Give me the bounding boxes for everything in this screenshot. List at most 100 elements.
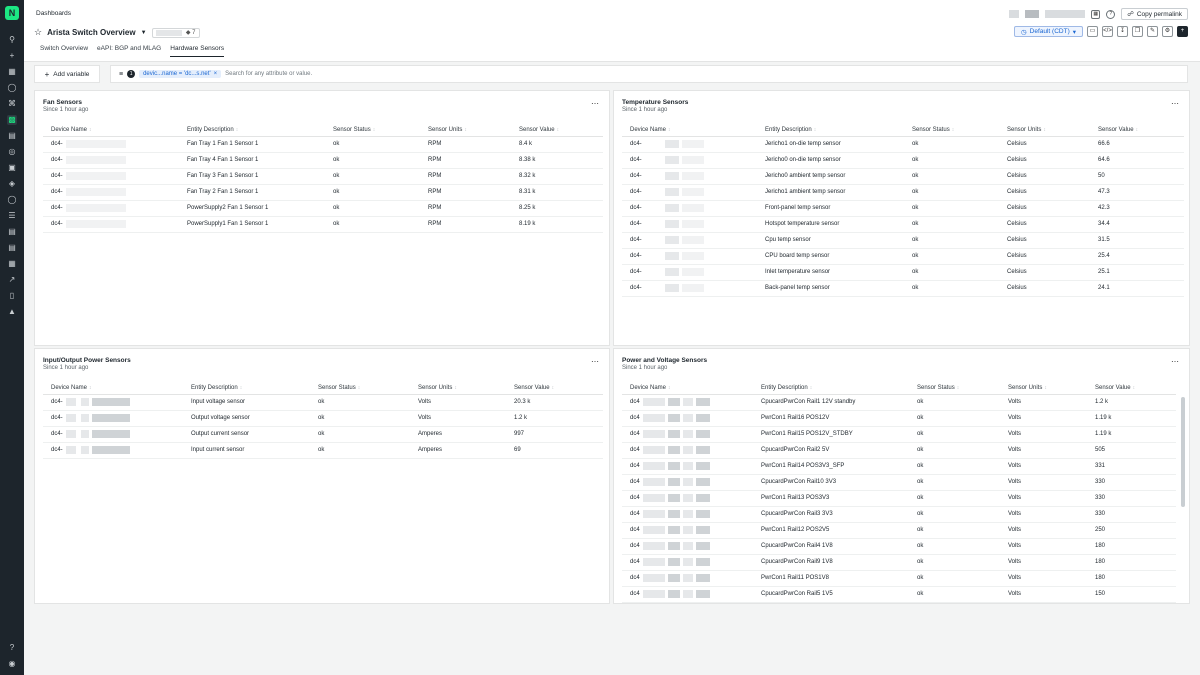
grid-icon[interactable]: ▦ (7, 67, 17, 77)
table-row[interactable]: dc4- Jericho0 on-die temp sensor ok Celsius… (622, 152, 1184, 169)
download-icon[interactable]: ↧ (1117, 26, 1128, 37)
table-row[interactable]: dc4- Output voltage sensor ok Volts 1.2 k (43, 410, 603, 427)
column-header-device[interactable]: Device Name ↕ (622, 383, 753, 395)
chevron-down-icon[interactable]: ▼ (141, 30, 147, 36)
table-row[interactable]: dc4- Jericho0 ambient temp sensor ok Celsiu… (622, 168, 1184, 185)
tab-switch-overview[interactable]: Switch Overview (40, 45, 88, 57)
table-row[interactable]: dc4- Output current sensor ok Amperes 997 (43, 426, 603, 443)
add-icon[interactable]: + (7, 51, 17, 61)
table-row[interactable]: dc4- PowerSupply1 Fan 1 Sensor 1 ok RPM 8.19… (43, 216, 603, 233)
close-icon[interactable]: × (214, 71, 218, 77)
time-picker[interactable]: ◷ Default (CDT) ▾ (1013, 26, 1083, 37)
column-header-entity[interactable]: Entity Description ↕ (183, 383, 310, 395)
table-row[interactable]: dc4 PwrCon1 Rail14 POS3V3_SFP ok Volts 331 (622, 458, 1176, 475)
filter-icon[interactable]: ≡ (119, 71, 123, 78)
column-header-device[interactable]: Device Name ↕ (622, 125, 757, 137)
settings-icon[interactable]: ⚙ (1162, 26, 1173, 37)
table-row[interactable]: dc4- CPU board temp sensor ok Celsius 25.4 (622, 248, 1184, 265)
table-row[interactable]: dc4 PwrCon1 Rail13 POS3V3 ok Volts 330 (622, 490, 1176, 507)
apps-icon[interactable]: ⌘ (7, 99, 17, 109)
table-row[interactable]: dc4 CpucardPwrCon Rail10 3V3 ok Volts 330 (622, 474, 1176, 491)
alerts-icon[interactable]: ◯ (7, 195, 17, 205)
table-row[interactable]: dc4- Fan Tray 4 Fan 1 Sensor 1 ok RPM 8.38 k (43, 152, 603, 169)
column-header-status[interactable]: Sensor Status ↕ (909, 383, 1000, 395)
column-header-value[interactable]: Sensor Value ↕ (506, 383, 603, 395)
add-widget-button[interactable]: + (1177, 26, 1188, 37)
table-row[interactable]: dc4 CpucardPwrCon Rail3 3V3 ok Volts 330 (622, 506, 1176, 523)
breadcrumb[interactable]: Dashboards (36, 10, 71, 17)
table-row[interactable]: dc4- Fan Tray 1 Fan 1 Sensor 1 ok RPM 8.4 k (43, 136, 603, 153)
column-header-device[interactable]: Device Name ↕ (43, 383, 183, 395)
column-header-value[interactable]: Sensor Value ↕ (511, 125, 603, 137)
table-row[interactable]: dc4 PwrCon1 Rail11 POS1V8 ok Volts 180 (622, 570, 1176, 587)
help-icon[interactable]: ? (7, 643, 17, 653)
filter-bar[interactable]: ≡ 1 devic...name = 'dc...s.net' × Search… (110, 65, 1188, 83)
more-options-icon[interactable]: ⋯ (1171, 99, 1179, 108)
table-row[interactable]: dc4 CpucardPwrCon Rail1 12V standby ok Volt… (622, 394, 1176, 411)
table-row[interactable]: dc4- Jericho1 on-die temp sensor ok Celsius… (622, 136, 1184, 153)
tags-box[interactable]: ◆ 7 (151, 27, 200, 38)
table-row[interactable]: dc4- Fan Tray 2 Fan 1 Sensor 1 ok RPM 8.31 k (43, 184, 603, 201)
tab-hardware-sensors[interactable]: Hardware Sensors (170, 45, 225, 57)
column-header-status[interactable]: Sensor Status ↕ (325, 125, 420, 137)
account-selector[interactable] (1045, 10, 1086, 18)
table-row[interactable]: dc4- Input voltage sensor ok Volts 20.3 k (43, 394, 603, 411)
column-header-status[interactable]: Sensor Status ↕ (904, 125, 999, 137)
list-icon[interactable]: ▤ (7, 243, 17, 253)
logs-icon[interactable]: ☰ (7, 211, 17, 221)
infra-icon[interactable]: ▣ (7, 163, 17, 173)
table-row[interactable]: dc4 PwrCon1 Rail16 POS12V ok Volts 1.19 k (622, 410, 1176, 427)
column-header-entity[interactable]: Entity Description ↕ (179, 125, 325, 137)
copy-permalink-button[interactable]: ☍ Copy permalink (1121, 8, 1188, 20)
table-row[interactable]: dc4- Jericho1 ambient temp sensor ok Celsiu… (622, 184, 1184, 201)
table-row[interactable]: dc4- Input current sensor ok Amperes 69 (43, 442, 603, 459)
book-icon[interactable]: ▦ (7, 259, 17, 269)
layers-icon[interactable]: ◈ (7, 179, 17, 189)
user-icon[interactable]: ◉ (7, 659, 17, 669)
column-header-units[interactable]: Sensor Units ↕ (420, 125, 511, 137)
table-row[interactable]: dc4- Inlet temperature sensor ok Celsius 25.… (622, 264, 1184, 281)
column-header-units[interactable]: Sensor Units ↕ (999, 125, 1090, 137)
table-row[interactable]: dc4- Fan Tray 3 Fan 1 Sensor 1 ok RPM 8.32 k (43, 168, 603, 185)
tv-mode-icon[interactable]: ▭ (1087, 26, 1098, 37)
tab-eapi-bgp-mlag[interactable]: eAPI: BGP and MLAG (97, 45, 161, 57)
column-header-entity[interactable]: Entity Description ↕ (753, 383, 909, 395)
search-icon[interactable]: ⚲ (7, 35, 17, 45)
column-header-value[interactable]: Sensor Value ↕ (1090, 125, 1184, 137)
globe-icon[interactable]: ◎ (7, 147, 17, 157)
table-row[interactable]: dc4 PwrCon1 Rail12 POS2V5 ok Volts 250 (622, 522, 1176, 539)
more-options-icon[interactable]: ⋯ (591, 99, 599, 108)
table-row[interactable]: dc4 CpucardPwrCon Rail5 1V5 ok Volts 150 (622, 586, 1176, 603)
calendar-icon[interactable]: ▦ (1091, 9, 1101, 19)
table-row[interactable]: dc4 CpucardPwrCon Rail9 1V8 ok Volts 180 (622, 554, 1176, 571)
table-row[interactable]: dc4- PowerSupply2 Fan 1 Sensor 1 ok RPM 8.25… (43, 200, 603, 217)
mobile-icon[interactable]: ▯ (7, 291, 17, 301)
table-row[interactable]: dc4- Back-panel temp sensor ok Celsius 24.1 (622, 280, 1184, 297)
table-row[interactable]: dc4- Hotspot temperature sensor ok Celsius 3… (622, 216, 1184, 233)
column-header-status[interactable]: Sensor Status ↕ (310, 383, 410, 395)
table-row[interactable]: dc4 CpucardPwrCon Rail4 1V8 ok Volts 180 (622, 538, 1176, 555)
table-row[interactable]: dc4 CpucardPwrCon Rail2 5V ok Volts 505 (622, 442, 1176, 459)
dashboards-icon[interactable]: ▩ (7, 115, 17, 125)
column-header-value[interactable]: Sensor Value ↕ (1087, 383, 1176, 395)
edit-icon[interactable]: ✎ (1147, 26, 1158, 37)
copy-icon[interactable]: ❐ (1132, 26, 1143, 37)
star-icon[interactable]: ☆ (34, 27, 42, 38)
table-row[interactable]: dc4- Cpu temp sensor ok Celsius 31.5 (622, 232, 1184, 249)
docs-icon[interactable]: ▤ (7, 131, 17, 141)
column-header-entity[interactable]: Entity Description ↕ (757, 125, 904, 137)
help-circle-icon[interactable]: ? (1106, 9, 1116, 19)
add-variable-button[interactable]: + Add variable (34, 65, 100, 83)
filter-chip[interactable]: devic...name = 'dc...s.net' × (139, 70, 222, 78)
scrollbar[interactable] (1181, 397, 1185, 507)
table-row[interactable]: dc4 PwrCon1 Rail15 POS12V_STDBY ok Volts 1.1… (622, 426, 1176, 443)
column-header-device[interactable]: Device Name ↕ (43, 125, 179, 137)
code-icon[interactable]: </> (1102, 26, 1113, 37)
column-header-units[interactable]: Sensor Units ↕ (1000, 383, 1087, 395)
more-options-icon[interactable]: ⋯ (1171, 357, 1179, 366)
column-header-units[interactable]: Sensor Units ↕ (410, 383, 506, 395)
trend-icon[interactable]: ↗ (7, 275, 17, 285)
search-input[interactable]: Search for any attribute or value. (225, 71, 312, 77)
more-options-icon[interactable]: ⋯ (591, 357, 599, 366)
logo-icon[interactable]: N (5, 6, 19, 20)
